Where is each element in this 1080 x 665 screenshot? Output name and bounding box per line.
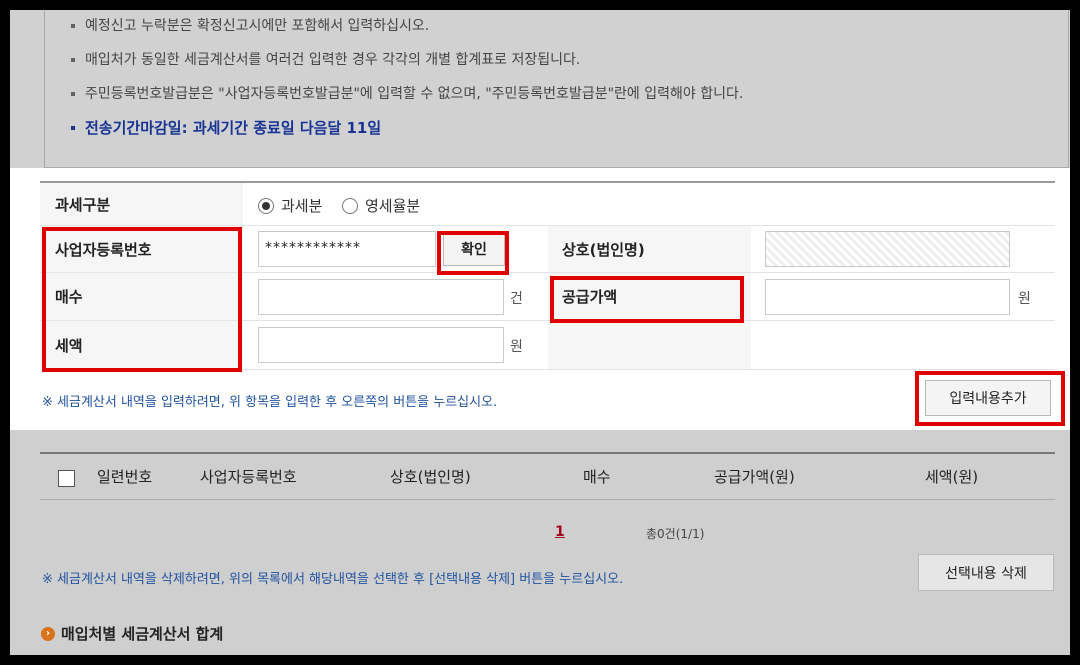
screen: 예정신고 누락분은 확정신고시에만 포함해서 입력하십시오. 매입처가 동일한 … [10, 10, 1070, 655]
total-count: 총0건(1/1) [646, 527, 705, 541]
deadline-text: 전송기간마감일: 과세기간 종료일 다음달 11일 [85, 119, 382, 137]
deadline-notice: 전송기간마감일: 과세기간 종료일 다음달 11일 [71, 116, 1068, 150]
count-unit: 건 [510, 291, 523, 307]
notice-item: 주민등록번호발급분은 "사업자등록번호발급분"에 입력할 수 없으며, "주민등… [71, 82, 1068, 116]
radio-on-icon [258, 197, 274, 214]
radio-off-icon [342, 197, 358, 214]
col-serial: 일련번호 [97, 468, 153, 486]
delete-hint: ※ 세금계산서 내역을 삭제하려면, 위의 목록에서 해당내역을 선택한 후 [… [42, 572, 624, 587]
tax-unit: 원 [510, 339, 523, 355]
col-supply: 공급가액(원) [714, 468, 795, 486]
col-company: 상호(법인명) [390, 468, 471, 486]
radio-zero-rate[interactable]: 영세율분 [342, 195, 420, 216]
section-title: › 매입처별 세금계산서 합계 [41, 623, 223, 644]
radio-taxable[interactable]: 과세분 [258, 195, 322, 216]
list-header: 일련번호 사업자등록번호 상호(법인명) 매수 공급가액(원) 세액(원) [40, 452, 1055, 500]
delete-selected-button[interactable]: 선택내용 삭제 [918, 554, 1054, 591]
col-tax: 세액(원) [925, 468, 979, 486]
tax-type-row: 과세구분 과세분 영세율분 [40, 183, 1055, 226]
highlight-confirm [437, 231, 509, 275]
tax-input[interactable] [258, 327, 504, 363]
notice-box: 예정신고 누락분은 확정신고시에만 포함해서 입력하십시오. 매입처가 동일한 … [44, 10, 1069, 168]
col-count: 매수 [583, 468, 611, 486]
empty-label [548, 321, 751, 369]
arrow-circle-icon: › [41, 626, 55, 641]
bizno-input[interactable]: ************ [258, 231, 436, 267]
page-link[interactable]: 1 [555, 524, 565, 540]
notice-text: 주민등록번호발급분은 "사업자등록번호발급분"에 입력할 수 없으며, "주민등… [85, 86, 744, 102]
supply-input[interactable] [765, 279, 1010, 315]
select-all-checkbox[interactable] [58, 470, 75, 487]
col-bizno: 사업자등록번호 [200, 468, 297, 486]
notice-text: 예정신고 누락분은 확정신고시에만 포함해서 입력하십시오. [85, 18, 430, 34]
input-hint: ※ 세금계산서 내역을 입력하려면, 위 항목을 입력한 후 오른쪽의 버튼을 … [42, 395, 498, 410]
notice-text: 매입처가 동일한 세금계산서를 여러건 입력한 경우 각각의 개별 합계표로 저… [85, 52, 581, 68]
highlight-labels [42, 227, 242, 372]
company-input [765, 231, 1010, 267]
company-label: 상호(법인명) [548, 226, 751, 272]
notice-item: 예정신고 누락분은 확정신고시에만 포함해서 입력하십시오. [71, 14, 1068, 48]
highlight-add [915, 371, 1065, 426]
supply-unit: 원 [1018, 291, 1031, 307]
tax-type-label: 과세구분 [40, 183, 243, 225]
count-input[interactable] [258, 279, 504, 315]
notice-item: 매입처가 동일한 세금계산서를 여러건 입력한 경우 각각의 개별 합계표로 저… [71, 48, 1068, 82]
highlight-supply [550, 276, 744, 323]
